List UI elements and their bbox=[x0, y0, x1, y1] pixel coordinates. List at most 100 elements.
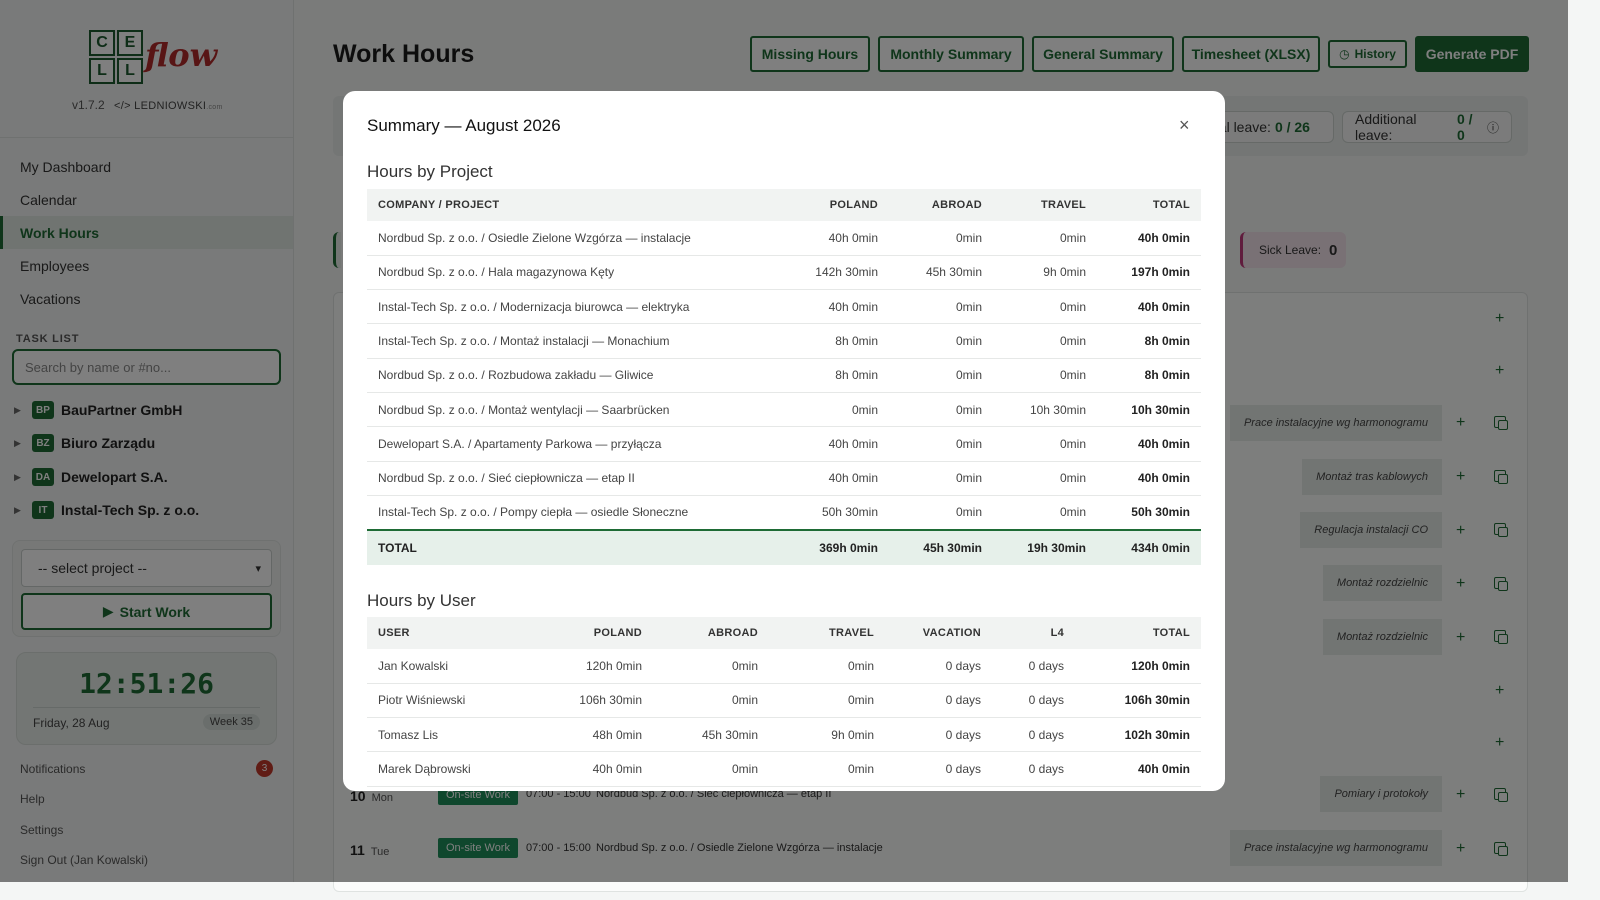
table-row: Piotr Wiśniewski 106h 30min 0min 0min 0 days… bbox=[367, 683, 1201, 719]
table-cell: 0min bbox=[993, 323, 1097, 359]
table-cell: 8h 0min bbox=[787, 323, 889, 359]
table-cell: 0min bbox=[653, 649, 769, 684]
table-cell: Jan Kowalski bbox=[367, 649, 537, 684]
table-cell: 0 days bbox=[992, 649, 1075, 684]
table-header-row: COMPANY / PROJECT POLAND ABROAD TRAVEL T… bbox=[367, 189, 1201, 221]
table-cell: 0min bbox=[993, 221, 1097, 256]
table-cell: Piotr Wiśniewski bbox=[367, 683, 537, 719]
table-cell: 10h 30min bbox=[1097, 392, 1201, 428]
table-cell: 9h 0min bbox=[769, 717, 885, 753]
column-header: TRAVEL bbox=[769, 617, 885, 649]
column-header: TOTAL bbox=[1097, 189, 1201, 221]
table-cell: Nordbud Sp. z o.o. / Sieć ciepłownicza —… bbox=[367, 461, 787, 496]
table-cell: 45h 30min bbox=[889, 255, 993, 291]
table-cell: 40h 0min bbox=[787, 426, 889, 462]
table-cell: 8h 0min bbox=[1097, 358, 1201, 393]
table-cell: 120h 0min bbox=[537, 649, 653, 684]
table-cell: 8h 0min bbox=[1097, 323, 1201, 359]
table-cell: 40h 0min bbox=[1075, 751, 1201, 787]
table-cell: 48h 0min bbox=[537, 717, 653, 753]
table-row: Jan Kowalski 120h 0min 0min 0min 0 days 0 day… bbox=[367, 649, 1201, 684]
table-cell: 0min bbox=[993, 289, 1097, 325]
table-cell: 0min bbox=[769, 683, 885, 719]
table-cell: TOTAL bbox=[367, 528, 787, 565]
column-header: VACATION bbox=[885, 617, 992, 649]
close-icon[interactable]: × bbox=[1179, 115, 1190, 136]
table-cell: Nordbud Sp. z o.o. / Osiedle Zielone Wzg… bbox=[367, 221, 787, 256]
table-cell: 8h 0min bbox=[787, 358, 889, 393]
table-cell: 0 days bbox=[885, 751, 992, 787]
column-header: USER bbox=[367, 617, 537, 649]
column-header: ABROAD bbox=[653, 617, 769, 649]
table-cell: 0min bbox=[889, 461, 993, 496]
table-cell: 434h 0min bbox=[1097, 528, 1201, 565]
section-title-users: Hours by User bbox=[367, 591, 476, 610]
table-cell: 0 days bbox=[992, 751, 1075, 787]
table-cell: Nordbud Sp. z o.o. / Hala magazynowa Kęt… bbox=[367, 255, 787, 291]
table-cell: Nordbud Sp. z o.o. / Rozbudowa zakładu —… bbox=[367, 358, 787, 393]
table-cell: 10h 30min bbox=[993, 392, 1097, 428]
table-cell: 0min bbox=[889, 289, 993, 325]
table-cell: 40h 0min bbox=[537, 751, 653, 787]
table-cell: 0 days bbox=[885, 717, 992, 753]
table-cell: 0min bbox=[889, 495, 993, 531]
column-header: TOTAL bbox=[1075, 617, 1201, 649]
table-cell: 0min bbox=[993, 358, 1097, 393]
table-row: Nordbud Sp. z o.o. / Osiedle Zielone Wzg… bbox=[367, 221, 1201, 256]
table-cell: 0min bbox=[889, 358, 993, 393]
table-cell: 0min bbox=[889, 323, 993, 359]
table-cell: 0 days bbox=[992, 717, 1075, 753]
table-cell: 0min bbox=[653, 751, 769, 787]
table-cell: 120h 0min bbox=[1075, 649, 1201, 684]
table-cell: 0min bbox=[993, 461, 1097, 496]
table-cell: Dewelopart S.A. / Apartamenty Parkowa — … bbox=[367, 426, 787, 462]
total-row: TOTAL 369h 0min 45h 30min 19h 30min 434h 0mi… bbox=[367, 528, 1201, 565]
hours-by-user-table: USER POLAND ABROAD TRAVEL VACATION L4 TO… bbox=[367, 617, 1201, 787]
column-header: POLAND bbox=[787, 189, 889, 221]
table-cell: 19h 30min bbox=[993, 528, 1097, 565]
column-header: COMPANY / PROJECT bbox=[367, 189, 787, 221]
table-cell: 142h 30min bbox=[787, 255, 889, 291]
table-row: Nordbud Sp. z o.o. / Montaż wentylacji —… bbox=[367, 392, 1201, 428]
table-row: Marek Dąbrowski 40h 0min 0min 0min 0 days 0 d… bbox=[367, 751, 1201, 787]
table-cell: Tomasz Lis bbox=[367, 717, 537, 753]
column-header: ABROAD bbox=[889, 189, 993, 221]
hours-by-project-table: COMPANY / PROJECT POLAND ABROAD TRAVEL T… bbox=[367, 189, 1201, 565]
table-cell: Instal-Tech Sp. z o.o. / Modernizacja bi… bbox=[367, 289, 787, 325]
table-cell: Instal-Tech Sp. z o.o. / Montaż instalac… bbox=[367, 323, 787, 359]
table-cell: 45h 30min bbox=[889, 528, 993, 565]
column-header: POLAND bbox=[537, 617, 653, 649]
table-cell: 0min bbox=[993, 426, 1097, 462]
summary-modal: Summary — August 2026 × Hours by Project… bbox=[343, 91, 1225, 791]
table-cell: 50h 30min bbox=[787, 495, 889, 531]
table-cell: Marek Dąbrowski bbox=[367, 751, 537, 787]
column-header: TRAVEL bbox=[993, 189, 1097, 221]
table-cell: 0min bbox=[993, 495, 1097, 531]
section-title-projects: Hours by Project bbox=[367, 162, 493, 181]
column-header: L4 bbox=[992, 617, 1075, 649]
table-cell: 40h 0min bbox=[1097, 289, 1201, 325]
table-cell: Instal-Tech Sp. z o.o. / Pompy ciepła — … bbox=[367, 495, 787, 531]
table-cell: 40h 0min bbox=[787, 289, 889, 325]
table-cell: 197h 0min bbox=[1097, 255, 1201, 291]
table-row: Nordbud Sp. z o.o. / Hala magazynowa Kęt… bbox=[367, 255, 1201, 291]
table-cell: 0min bbox=[889, 221, 993, 256]
table-row: Tomasz Lis 48h 0min 45h 30min 9h 0min 0 days… bbox=[367, 717, 1201, 753]
table-cell: 0min bbox=[769, 751, 885, 787]
table-cell: 45h 30min bbox=[653, 717, 769, 753]
table-cell: 0min bbox=[889, 392, 993, 428]
table-row: Instal-Tech Sp. z o.o. / Pompy ciepła — … bbox=[367, 495, 1201, 531]
table-cell: 0 days bbox=[992, 683, 1075, 719]
table-row: Dewelopart S.A. / Apartamenty Parkowa — … bbox=[367, 426, 1201, 462]
modal-title: Summary — August 2026 bbox=[367, 116, 561, 135]
table-cell: 40h 0min bbox=[1097, 221, 1201, 256]
table-cell: 0min bbox=[889, 426, 993, 462]
table-cell: 106h 30min bbox=[537, 683, 653, 719]
table-cell: 106h 30min bbox=[1075, 683, 1201, 719]
table-cell: 0 days bbox=[885, 683, 992, 719]
table-cell: 50h 30min bbox=[1097, 495, 1201, 531]
table-cell: 40h 0min bbox=[1097, 426, 1201, 462]
table-cell: 40h 0min bbox=[787, 221, 889, 256]
table-cell: 0min bbox=[787, 392, 889, 428]
table-header-row: USER POLAND ABROAD TRAVEL VACATION L4 TO… bbox=[367, 617, 1201, 649]
